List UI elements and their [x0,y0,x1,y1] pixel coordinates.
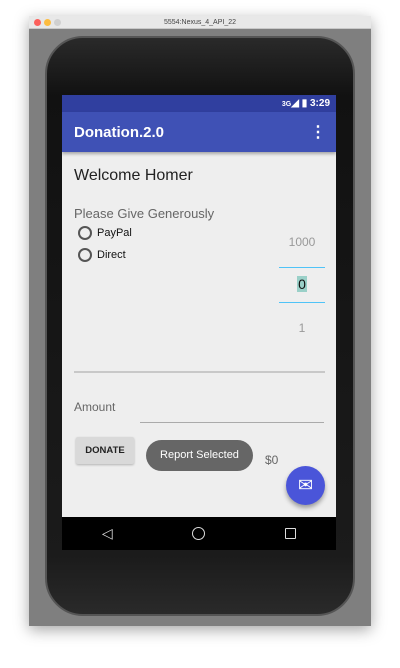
app-bar: Donation.2.0 ⋮ [62,112,336,152]
battery-icon: ▮ [301,98,308,109]
radio-button[interactable] [78,226,92,240]
device-screen: 3G◢ ▮ 3:29 Donation.2.0 ⋮ Welcome Homer … [62,95,336,550]
radio-label: PayPal [97,226,132,239]
app-title: Donation.2.0 [74,123,165,141]
email-icon: ✉ [297,475,314,495]
window-titlebar: 5554:Nexus_4_API_22 [29,16,371,29]
picker-above[interactable]: 1000 [279,235,325,249]
signal-icon: 3G [281,101,292,108]
back-icon[interactable]: ◁ [102,525,113,542]
picker-current[interactable]: 0 [297,276,307,292]
prompt-text: Please Give Generously [74,206,215,221]
donate-button[interactable]: DONATE [76,437,134,464]
window-title: 5554:Nexus_4_API_22 [164,19,236,26]
home-icon[interactable] [192,527,206,540]
status-bar: 3G◢ ▮ 3:29 [62,95,336,112]
radio-paypal[interactable]: PayPal [78,226,132,240]
more-vert-icon[interactable]: ⋮ [310,122,326,142]
toast-message: Report Selected [146,440,253,471]
radio-button[interactable] [78,248,92,262]
amount-input[interactable] [140,407,324,423]
minimize-button[interactable] [44,19,51,26]
clock: 3:29 [309,98,330,109]
amount-label: Amount [74,400,116,414]
amount-picker[interactable]: 0 [279,276,325,292]
maximize-button[interactable] [54,19,61,26]
total-amount: $0 [265,453,279,467]
close-button[interactable] [34,19,41,26]
recents-icon[interactable] [285,528,297,539]
picker-divider [279,302,325,303]
radio-label: Direct [97,248,126,261]
email-fab[interactable]: ✉ [286,466,325,505]
progress-track [74,371,325,373]
picker-below[interactable]: 1 [279,321,325,335]
welcome-text: Welcome Homer [74,167,193,184]
radio-direct[interactable]: Direct [78,248,126,262]
picker-divider [279,267,325,268]
navigation-bar: ◁ [62,517,336,550]
